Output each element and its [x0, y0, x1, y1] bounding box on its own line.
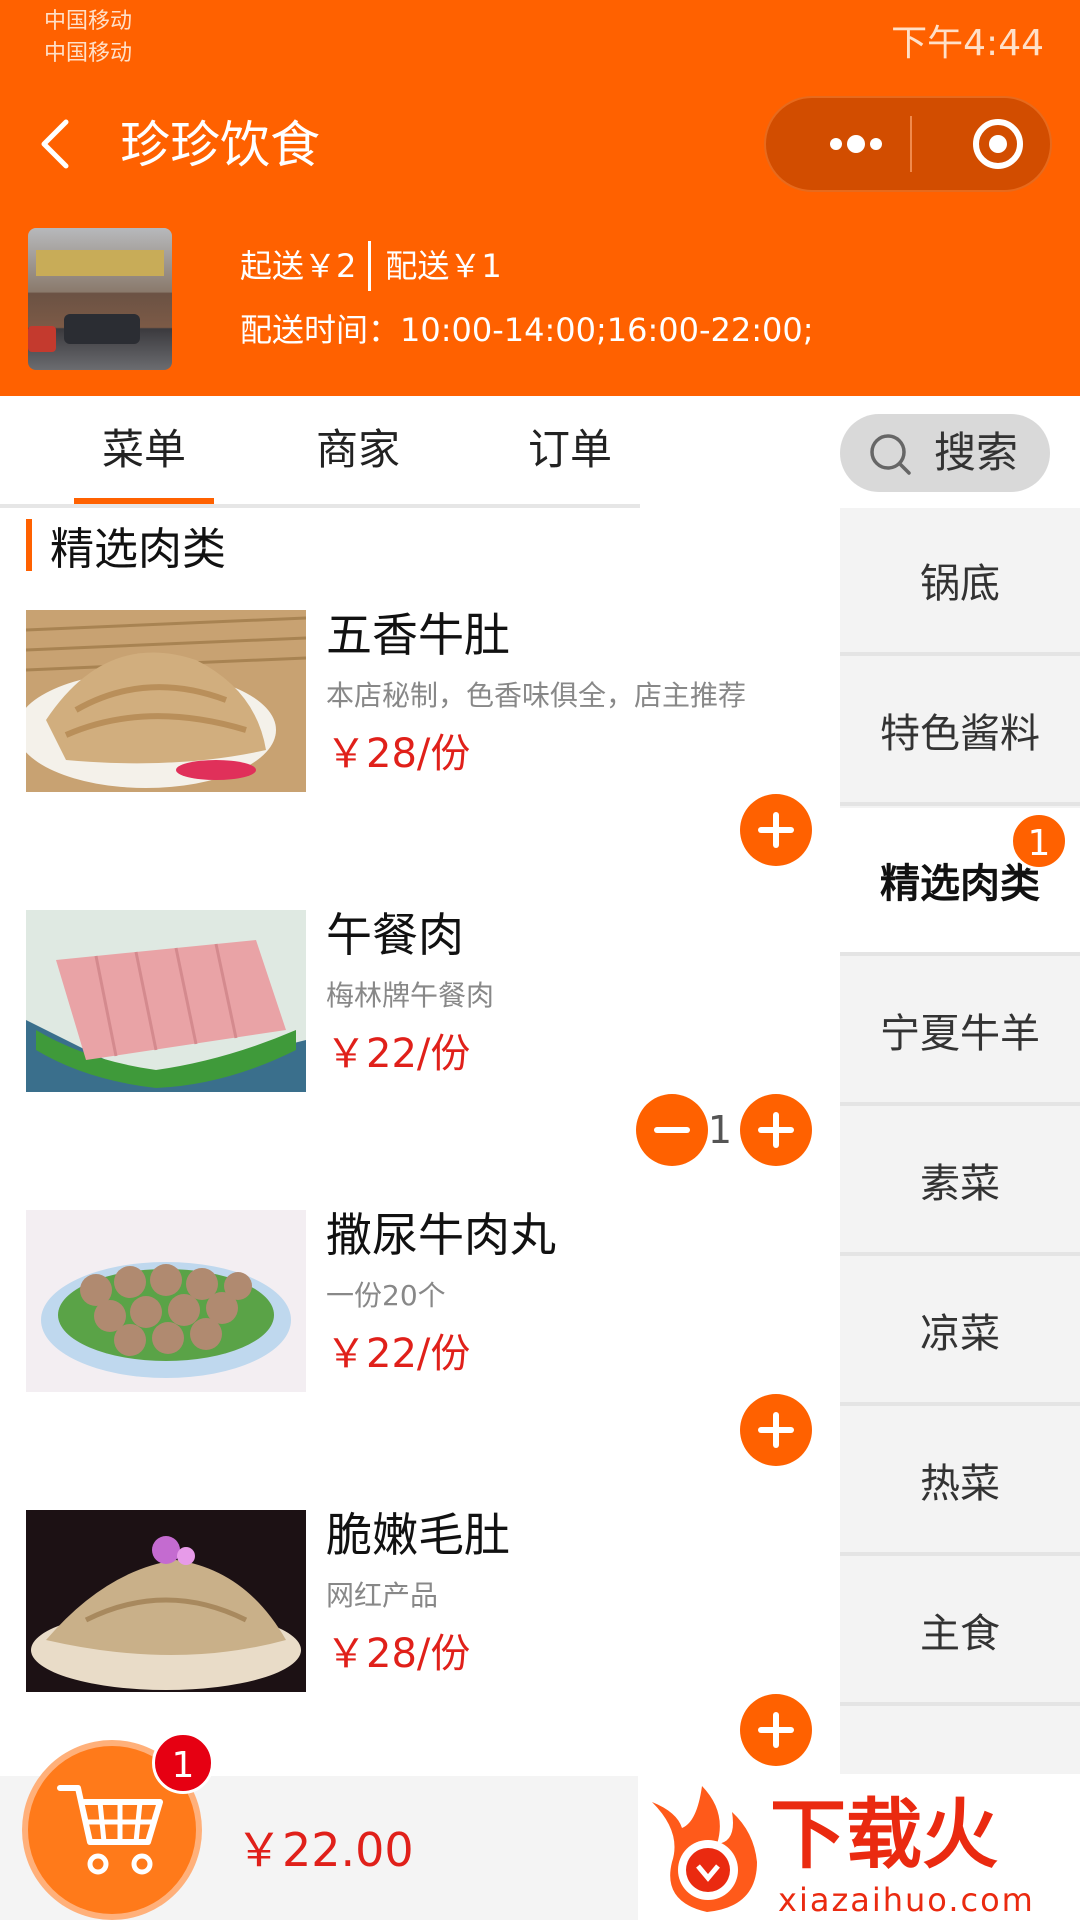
tab-menu[interactable]: 菜单: [102, 424, 186, 476]
category-item[interactable]: 热菜: [840, 1408, 1080, 1556]
food-image: [26, 1510, 306, 1692]
food-image: [26, 610, 306, 792]
carrier-1: 中国移动: [44, 9, 133, 34]
item-price: ￥28/份: [326, 731, 471, 777]
delivery-fees: 起送￥2 配送￥1: [240, 238, 502, 294]
item-name: 撒尿牛肉丸: [326, 1208, 556, 1262]
cart-icon: [57, 1785, 163, 1875]
status-carriers: 中国移动 中国移动: [44, 6, 132, 70]
item-description: 网红产品: [326, 1579, 439, 1612]
food-image: [26, 1210, 306, 1392]
search-label: 搜索: [934, 428, 1019, 477]
page-title: 珍珍饮食: [120, 116, 320, 174]
shop-photo: [28, 228, 172, 370]
watermark: 下载火 xiazaihuo.com: [638, 1774, 1080, 1920]
item-price: ￥22/份: [326, 1331, 471, 1377]
item-description: 本店秘制，色香味俱全，店主推荐: [326, 679, 747, 712]
tab-shop[interactable]: 商家: [316, 424, 400, 476]
menu-item: 五香牛肚 本店秘制，色香味俱全，店主推荐 ￥28/份: [0, 608, 840, 910]
item-description: 梅林牌午餐肉: [326, 979, 495, 1012]
search-button[interactable]: 搜索: [840, 414, 1050, 492]
min-order: 起送￥2: [240, 247, 357, 285]
add-button[interactable]: [740, 794, 812, 866]
capsule-divider: [910, 116, 912, 172]
menu-item: 午餐肉 梅林牌午餐肉 ￥22/份 1: [0, 908, 840, 1210]
section-title: 精选肉类: [50, 524, 226, 575]
item-description: 一份20个: [326, 1279, 446, 1312]
delivery-time: 配送时间：10:00-14:00;16:00-22:00;: [240, 311, 814, 349]
add-button[interactable]: [740, 1094, 812, 1166]
category-sidebar: 锅底 特色酱料 精选肉类 1 宁夏牛羊 素菜 凉菜 热菜 主食: [840, 508, 1080, 1776]
header: 中国移动 中国移动 下午4:44 珍珍饮食 起送￥2 配送￥1 配送时间：10:…: [0, 0, 1080, 396]
mini-program-capsule: [764, 96, 1052, 192]
back-icon[interactable]: [34, 112, 84, 176]
item-name: 脆嫩毛肚: [326, 1508, 510, 1562]
food-image: [26, 910, 306, 1092]
item-quantity: 1: [707, 1108, 733, 1152]
carrier-2: 中国移动: [44, 41, 133, 66]
target-icon[interactable]: [952, 98, 1044, 190]
item-name: 午餐肉: [326, 908, 464, 962]
cart-total: ￥22.00: [236, 1823, 414, 1877]
item-price: ￥22/份: [326, 1031, 471, 1077]
watermark-text: 下载火: [770, 1790, 998, 1879]
cart-count-badge: 1: [152, 1732, 214, 1794]
shop-photo-detail: [64, 314, 140, 344]
add-button[interactable]: [740, 1694, 812, 1766]
category-item[interactable]: 宁夏牛羊: [840, 958, 1080, 1106]
status-time: 下午4:44: [891, 23, 1044, 64]
remove-button[interactable]: [636, 1094, 708, 1166]
menu-item: 脆嫩毛肚 网红产品 ￥28/份: [0, 1508, 840, 1776]
flame-logo-icon: [652, 1786, 757, 1912]
shop-sign: [36, 250, 164, 276]
section-header: 精选肉类: [26, 518, 226, 575]
more-icon[interactable]: [806, 98, 906, 190]
category-item-partial[interactable]: [840, 1708, 1080, 1776]
menu-item: 撒尿牛肉丸 一份20个 ￥22/份: [0, 1208, 840, 1510]
shop-photo-detail: [28, 326, 56, 352]
tab-orders[interactable]: 订单: [528, 424, 612, 476]
fee-separator: [368, 241, 372, 291]
section-accent-bar: [26, 519, 32, 571]
category-item[interactable]: 锅底: [840, 508, 1080, 656]
search-icon: [868, 432, 912, 476]
category-item[interactable]: 特色酱料: [840, 658, 1080, 806]
delivery-fee: 配送￥1: [385, 247, 502, 285]
watermark-url: xiazaihuo.com: [778, 1881, 1035, 1919]
menu-list[interactable]: 精选肉类 五香牛肚 本店秘制，色香味俱全，店主推荐 ￥28/份 午餐肉 梅林牌午…: [0, 508, 840, 1776]
item-price: ￥28/份: [326, 1631, 471, 1677]
item-name: 五香牛肚: [326, 608, 510, 662]
category-count-badge: 1: [1010, 812, 1068, 870]
category-item[interactable]: 凉菜: [840, 1258, 1080, 1406]
category-item[interactable]: 素菜: [840, 1108, 1080, 1256]
add-button[interactable]: [740, 1394, 812, 1466]
tab-bar: 菜单 商家 订单 搜索: [0, 396, 1080, 508]
category-item[interactable]: 主食: [840, 1558, 1080, 1706]
